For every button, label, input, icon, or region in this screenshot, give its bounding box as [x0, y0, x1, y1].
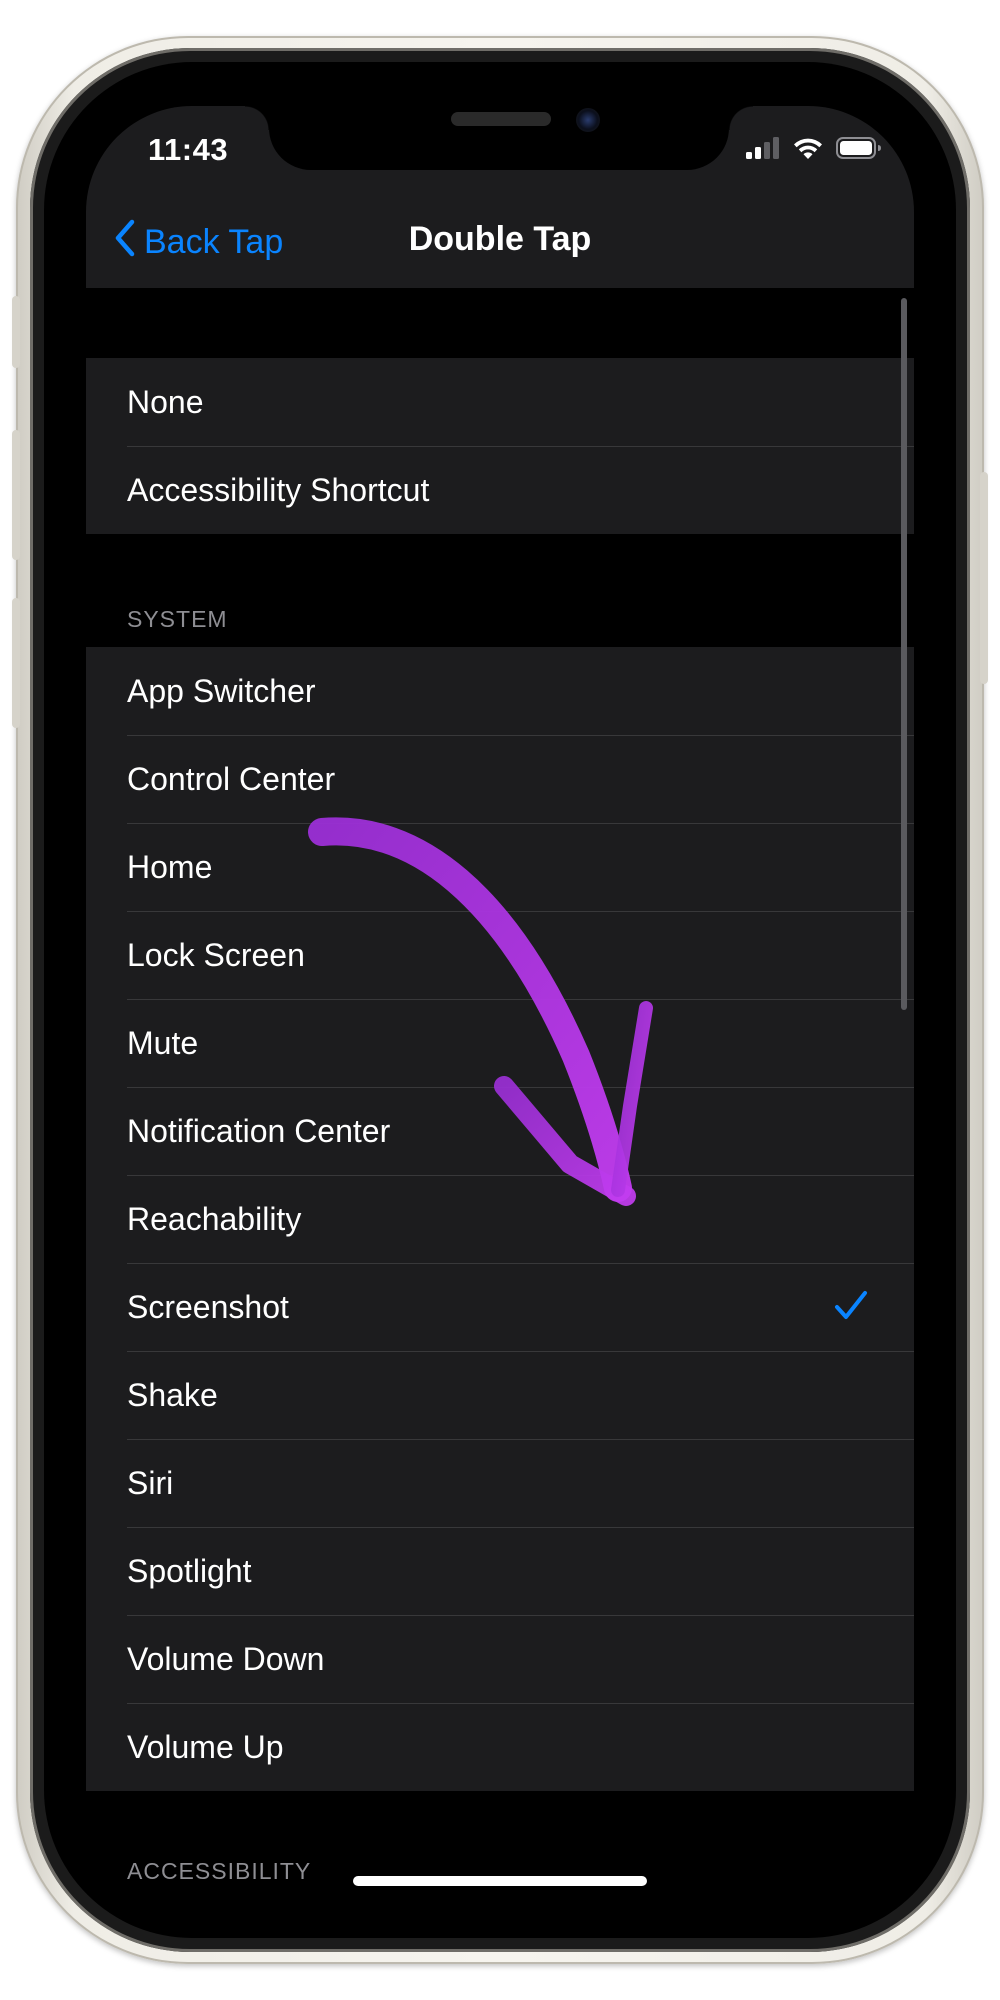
list-item-screenshot[interactable]: Screenshot	[86, 1263, 914, 1351]
list-item-lock-screen[interactable]: Lock Screen	[86, 911, 914, 999]
settings-list[interactable]: None Accessibility Shortcut SYSTEM App S…	[86, 288, 914, 1891]
list-item-label: App Switcher	[127, 672, 316, 709]
battery-icon	[836, 137, 882, 164]
top-options-group: None Accessibility Shortcut	[86, 358, 914, 534]
list-item-label: Screenshot	[127, 1288, 289, 1325]
list-item-reachability[interactable]: Reachability	[86, 1175, 914, 1263]
list-item-control-center[interactable]: Control Center	[86, 735, 914, 823]
side-button	[12, 296, 20, 368]
speaker-grille	[451, 112, 551, 126]
list-item-label: Home	[127, 848, 213, 885]
scrollbar[interactable]	[901, 298, 907, 1010]
list-item-volume-down[interactable]: Volume Down	[86, 1615, 914, 1703]
list-item-label: Mute	[127, 1024, 199, 1061]
list-item-mute[interactable]: Mute	[86, 999, 914, 1087]
status-icons	[746, 136, 882, 165]
status-time: 11:43	[148, 132, 229, 167]
front-camera	[576, 108, 600, 132]
power-button	[980, 472, 988, 684]
section-spacer	[86, 288, 914, 358]
list-item-home[interactable]: Home	[86, 823, 914, 911]
list-item-label: Lock Screen	[127, 936, 305, 973]
list-item-siri[interactable]: Siri	[86, 1439, 914, 1527]
list-item-label: Accessibility Shortcut	[127, 471, 430, 508]
list-item-app-switcher[interactable]: App Switcher	[86, 647, 914, 735]
screen: 11:43 Back Tap Double Tap None Accessibi…	[86, 106, 914, 1924]
list-item-label: None	[127, 383, 204, 420]
list-item-accessibility-shortcut[interactable]: Accessibility Shortcut	[86, 446, 914, 534]
list-item-label: Volume Up	[127, 1728, 284, 1765]
list-item-label: Volume Down	[127, 1640, 325, 1677]
page-title: Double Tap	[408, 220, 592, 258]
volume-down-button	[12, 598, 20, 728]
list-item-label: Reachability	[127, 1200, 302, 1237]
system-options-group: App Switcher Control Center Home Lock Sc…	[86, 647, 914, 1791]
list-item-spotlight[interactable]: Spotlight	[86, 1527, 914, 1615]
section-header-system: SYSTEM	[86, 534, 914, 647]
checkmark-icon	[834, 1289, 868, 1328]
wifi-icon	[792, 136, 824, 165]
list-item-label: Spotlight	[127, 1552, 252, 1589]
list-item-label: Shake	[127, 1376, 218, 1413]
list-item-label: Control Center	[127, 760, 336, 797]
list-item-shake[interactable]: Shake	[86, 1351, 914, 1439]
list-item-label: Siri	[127, 1464, 174, 1501]
list-item-notification-center[interactable]: Notification Center	[86, 1087, 914, 1175]
volume-up-button	[12, 430, 20, 560]
list-item-none[interactable]: None	[86, 358, 914, 446]
cellular-signal-icon	[746, 137, 780, 164]
list-item-label: Notification Center	[127, 1112, 391, 1149]
home-indicator[interactable]	[353, 1876, 647, 1886]
list-item-volume-up[interactable]: Volume Up	[86, 1703, 914, 1791]
